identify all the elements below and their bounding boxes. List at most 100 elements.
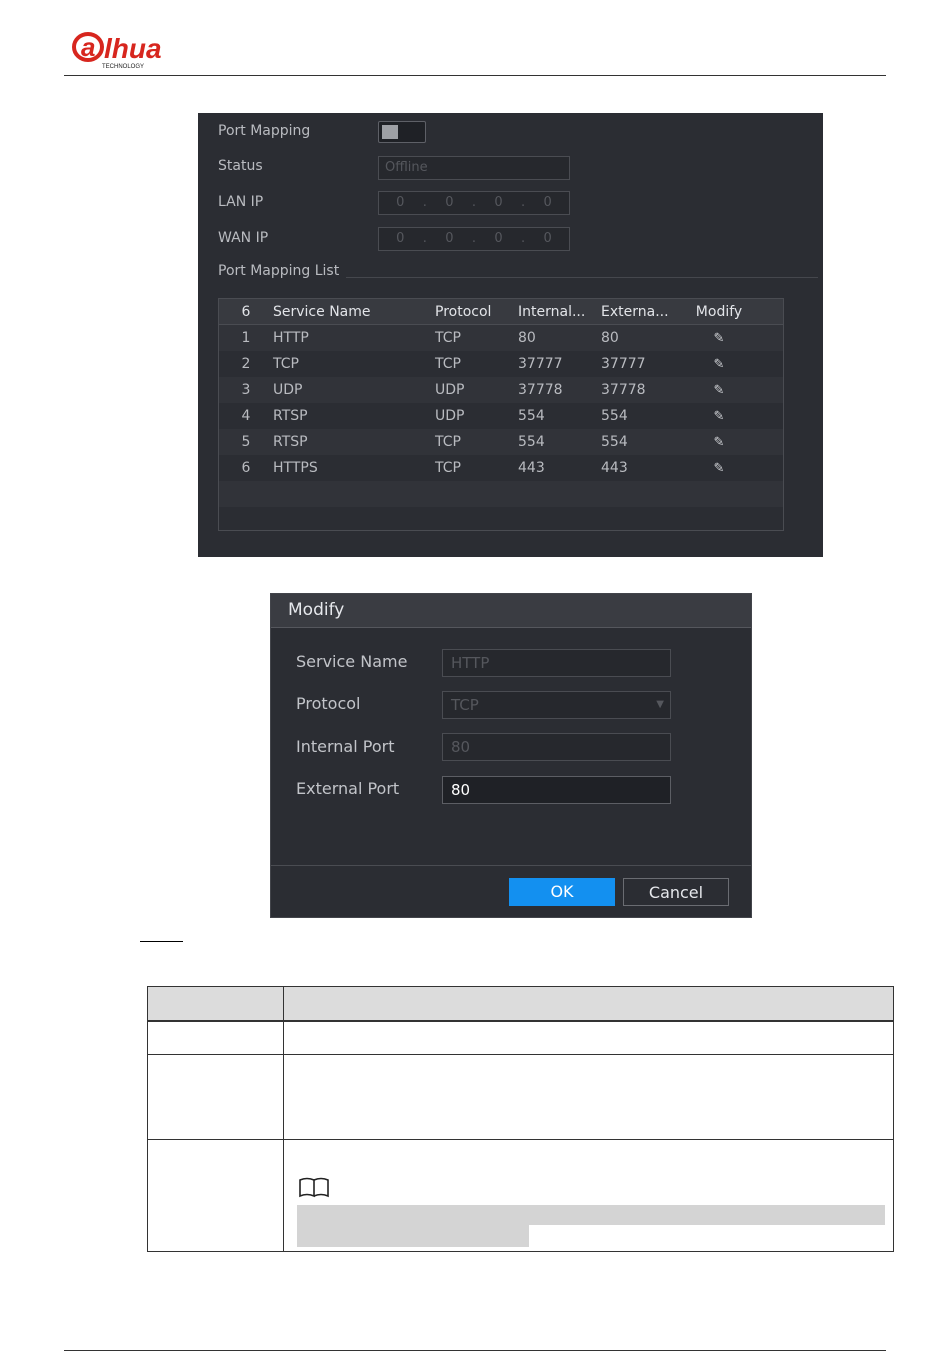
cancel-button[interactable]: Cancel (623, 878, 729, 906)
row-protocol: UDP (435, 382, 465, 398)
note-highlight (297, 1225, 529, 1247)
port-mapping-list-title: Port Mapping List (218, 263, 340, 279)
header-rule (64, 75, 886, 76)
book-note-icon (299, 1177, 329, 1198)
row-protocol: TCP (435, 460, 461, 476)
row-protocol: TCP (435, 434, 461, 450)
ip-octet: 0 (445, 195, 454, 210)
protocol-value: TCP (451, 696, 479, 714)
row-num: 5 (241, 434, 251, 450)
svg-text:a: a (81, 32, 95, 62)
row-internal-port: 554 (518, 408, 545, 424)
row-internal-port: 37777 (518, 356, 563, 372)
row-num: 6 (241, 460, 251, 476)
row-num: 2 (241, 356, 251, 372)
dialog-footer-divider (271, 865, 751, 866)
table-header: 6 Service Name Protocol Internal... Exte… (219, 299, 783, 325)
port-mapping-panel: Port Mapping Status Offline LAN IP 0. 0.… (198, 113, 823, 557)
step-label-underline (140, 941, 183, 942)
table-row[interactable]: 4 RTSP UDP 554 554 ✎ (219, 403, 783, 429)
pencil-icon[interactable]: ✎ (714, 383, 725, 398)
external-port-input[interactable]: 80 (442, 776, 671, 804)
row-protocol: TCP (435, 330, 461, 346)
row-service-name: UDP (273, 382, 303, 398)
document-page: a lhua TECHNOLOGY Port Mapping Status Of… (0, 0, 950, 1369)
header-service-name[interactable]: Service Name (273, 299, 435, 324)
row-service-name: RTSP (273, 408, 308, 424)
row-service-name: HTTPS (273, 460, 318, 476)
section-divider (346, 277, 818, 278)
protocol-label: Protocol (296, 694, 361, 713)
port-mapping-label: Port Mapping (218, 123, 311, 139)
ip-octet: 0 (494, 195, 503, 210)
row-internal-port: 443 (518, 460, 545, 476)
pencil-icon[interactable]: ✎ (714, 331, 725, 346)
table-body: 1 HTTP TCP 80 80 ✎ 2 TCP TCP 37777 37777… (219, 325, 783, 533)
ok-button[interactable]: OK (509, 878, 615, 906)
row-divider (148, 1054, 893, 1055)
toggle-knob (382, 125, 398, 139)
row-internal-port: 37778 (518, 382, 563, 398)
row-protocol: UDP (435, 408, 465, 424)
ip-octet: 0 (396, 195, 405, 210)
wan-ip-field[interactable]: 0. 0. 0. 0 (378, 227, 570, 251)
table-row[interactable]: 2 TCP TCP 37777 37777 ✎ (219, 351, 783, 377)
status-field: Offline (378, 156, 570, 180)
ip-octet: 0 (494, 231, 503, 246)
table-header-row (148, 987, 893, 1021)
lan-ip-field[interactable]: 0. 0. 0. 0 (378, 191, 570, 215)
port-mapping-table: 6 Service Name Protocol Internal... Exte… (218, 298, 784, 531)
empty-row (219, 507, 783, 533)
table-row[interactable]: 3 UDP UDP 37778 37778 ✎ (219, 377, 783, 403)
row-external-port: 37778 (601, 382, 646, 398)
row-external-port: 554 (601, 408, 628, 424)
service-name-field: HTTP (442, 649, 671, 677)
wan-ip-label: WAN IP (218, 230, 269, 246)
service-name-label: Service Name (296, 652, 408, 671)
row-num: 4 (241, 408, 251, 424)
row-divider (148, 1021, 893, 1022)
header-count: 6 (241, 304, 251, 320)
row-service-name: TCP (273, 356, 299, 372)
table-row[interactable]: 1 HTTP TCP 80 80 ✎ (219, 325, 783, 351)
row-internal-port: 80 (518, 330, 536, 346)
chevron-down-icon: ▼ (656, 699, 664, 710)
row-protocol: TCP (435, 356, 461, 372)
ip-octet: 0 (543, 195, 552, 210)
external-port-label: External Port (296, 779, 400, 798)
pencil-icon[interactable]: ✎ (714, 461, 725, 476)
pencil-icon[interactable]: ✎ (714, 409, 725, 424)
internal-port-label: Internal Port (296, 737, 395, 756)
table-row[interactable]: 6 HTTPS TCP 443 443 ✎ (219, 455, 783, 481)
ip-octet: 0 (543, 231, 552, 246)
row-external-port: 554 (601, 434, 628, 450)
row-divider (148, 1139, 893, 1140)
empty-row (219, 481, 783, 507)
row-internal-port: 554 (518, 434, 545, 450)
row-num: 1 (241, 330, 251, 346)
header-protocol[interactable]: Protocol (435, 299, 518, 324)
parameter-table (147, 986, 894, 1252)
row-external-port: 443 (601, 460, 628, 476)
note-highlight (297, 1205, 885, 1225)
row-service-name: RTSP (273, 434, 308, 450)
table-row[interactable]: 5 RTSP TCP 554 554 ✎ (219, 429, 783, 455)
internal-port-field: 80 (442, 733, 671, 761)
row-service-name: HTTP (273, 330, 309, 346)
svg-text:lhua: lhua (104, 33, 162, 64)
header-modify: Modify (695, 304, 743, 320)
header-external[interactable]: Externa... (601, 299, 684, 324)
ip-octet: 0 (445, 231, 454, 246)
footer-rule (64, 1350, 886, 1351)
row-external-port: 80 (601, 330, 619, 346)
pencil-icon[interactable]: ✎ (714, 357, 725, 372)
dialog-title: Modify (271, 594, 751, 628)
modify-dialog: Modify Service Name HTTP Protocol TCP ▼ … (270, 593, 752, 918)
protocol-select: TCP ▼ (442, 691, 671, 719)
status-label: Status (218, 158, 263, 174)
pencil-icon[interactable]: ✎ (714, 435, 725, 450)
svg-text:TECHNOLOGY: TECHNOLOGY (102, 64, 144, 70)
header-internal[interactable]: Internal... (518, 299, 601, 324)
ip-octet: 0 (396, 231, 405, 246)
port-mapping-toggle[interactable] (378, 121, 426, 143)
